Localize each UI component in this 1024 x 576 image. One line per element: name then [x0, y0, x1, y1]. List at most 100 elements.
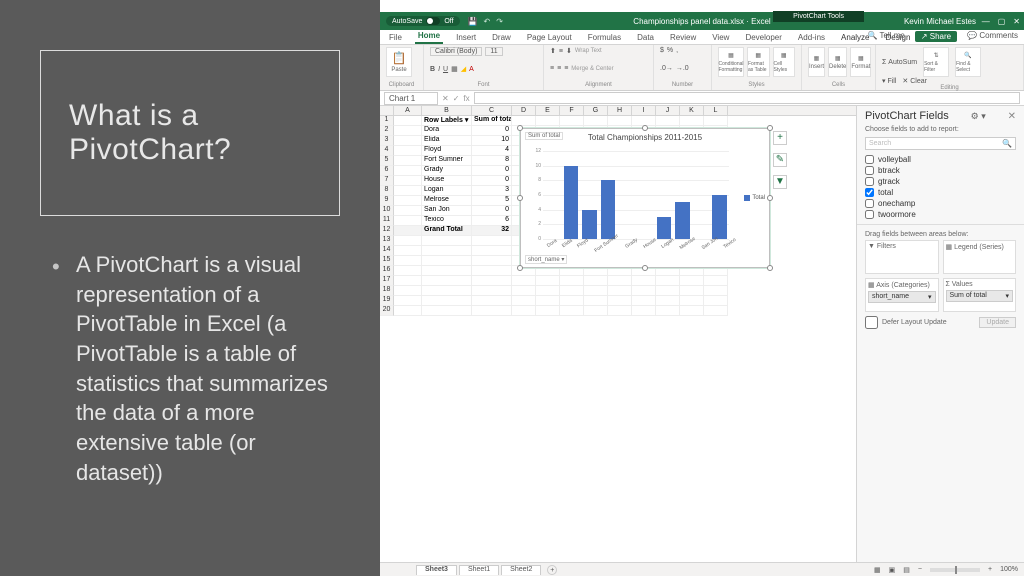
cell-styles-button[interactable]: ▦Cell Styles — [773, 47, 796, 77]
tab-view[interactable]: View — [709, 31, 732, 44]
bullet-text: A PivotChart is a visual representation … — [52, 250, 340, 488]
delete-cells-button[interactable]: ▦Delete — [828, 47, 847, 77]
tab-data[interactable]: Data — [634, 31, 657, 44]
wrap-text[interactable]: Wrap Text — [575, 48, 602, 54]
tab-pagelayout[interactable]: Page Layout — [524, 31, 575, 44]
format-cells-button[interactable]: ▦Format — [850, 47, 871, 77]
area-filters[interactable]: ▼ Filters — [865, 240, 939, 274]
inc-decimal-icon[interactable]: .0→ — [660, 65, 673, 72]
clear-button[interactable]: ✕ Clear — [902, 77, 927, 85]
tab-home[interactable]: Home — [415, 29, 443, 44]
cond-format-button[interactable]: ▦Conditional Formatting — [718, 47, 744, 77]
field-gtrack[interactable]: gtrack — [865, 176, 1016, 187]
chart-filter-icon[interactable]: ▼ — [773, 175, 787, 189]
document-title: Championships panel data.xlsx · Excel — [633, 17, 770, 26]
format-table-button[interactable]: ▦Format as Table — [747, 47, 770, 77]
find-select-button[interactable]: 🔍Find & Select — [955, 47, 981, 77]
tell-me[interactable]: 🔍 Tell me — [867, 31, 904, 42]
view-break-icon[interactable]: ▤ — [903, 566, 910, 574]
user-name[interactable]: Kevin Michael Estes — [904, 17, 976, 26]
paste-button[interactable]: 📋Paste — [386, 47, 412, 77]
field-onechamp[interactable]: onechamp — [865, 198, 1016, 209]
underline-button[interactable]: U — [443, 66, 448, 73]
area-axis[interactable]: ▦ Axis (Categories)short_name▾ — [865, 278, 939, 312]
fx-icon[interactable]: fx — [463, 94, 469, 103]
align-mid-icon[interactable]: ≡ — [559, 48, 563, 55]
fill-button[interactable]: ▾ Fill — [882, 77, 896, 85]
title-box: What is a PivotChart? — [40, 50, 340, 216]
align-top-icon[interactable]: ⬆ — [550, 47, 556, 55]
tab-insert[interactable]: Insert — [453, 31, 479, 44]
font-color-icon[interactable]: A — [469, 66, 474, 73]
align-left-icon[interactable]: ≡ — [550, 65, 554, 72]
tab-draw[interactable]: Draw — [489, 31, 514, 44]
field-total[interactable]: total — [865, 187, 1016, 198]
sheet-tab[interactable]: Sheet3 — [416, 565, 457, 575]
pivot-chart[interactable]: + ✎ ▼ Sum of total Total Championships 2… — [520, 128, 770, 268]
fill-color-icon[interactable]: ◢ — [461, 65, 466, 73]
status-bar: Sheet3 Sheet1 Sheet2 + ▦ ▣ ▤ − + 100% — [380, 562, 1024, 576]
area-legend[interactable]: ▦ Legend (Series) — [943, 240, 1017, 274]
pivotchart-fields-pane: PivotChart Fields⚙ ▾✕ Choose fields to a… — [856, 106, 1024, 562]
field-twoormore[interactable]: twoormore — [865, 209, 1016, 220]
comma-icon[interactable]: , — [676, 47, 678, 54]
enter-icon[interactable]: ✓ — [453, 94, 460, 103]
field-volleyball[interactable]: volleyball — [865, 154, 1016, 165]
field-btrack[interactable]: btrack — [865, 165, 1016, 176]
cancel-icon[interactable]: ✕ — [442, 94, 449, 103]
currency-icon[interactable]: $ — [660, 47, 664, 54]
align-bot-icon[interactable]: ⬇ — [566, 47, 572, 55]
tab-formulas[interactable]: Formulas — [585, 31, 624, 44]
share-button[interactable]: ↗ Share — [915, 31, 957, 42]
comments-button[interactable]: 💬 Comments — [967, 31, 1018, 42]
sheet-tab[interactable]: Sheet1 — [459, 565, 499, 575]
zoom-in-icon[interactable]: + — [988, 566, 992, 573]
tab-addins[interactable]: Add-ins — [795, 31, 828, 44]
new-sheet-icon[interactable]: + — [547, 565, 557, 575]
border-icon[interactable]: ▦ — [451, 65, 458, 73]
chart-axis-button[interactable]: short_name ▾ — [525, 255, 567, 264]
formula-bar: Chart 1 ✕ ✓fx — [380, 91, 1024, 106]
slide-title: What is a PivotChart? — [69, 99, 311, 167]
tab-developer[interactable]: Developer — [742, 31, 784, 44]
font-size[interactable]: 11 — [485, 47, 502, 56]
maximize-icon: ▢ — [998, 17, 1006, 26]
name-box[interactable]: Chart 1 — [384, 92, 438, 105]
sort-filter-button[interactable]: ⇅Sort & Filter — [923, 47, 949, 77]
font-name[interactable]: Calibri (Body) — [430, 47, 482, 56]
update-button[interactable]: Update — [979, 317, 1016, 328]
formula-input[interactable] — [474, 92, 1020, 104]
sheet-tab[interactable]: Sheet2 — [501, 565, 541, 575]
defer-checkbox[interactable] — [865, 316, 878, 329]
titlebar: AutoSaveOff 💾↶↷ Championships panel data… — [380, 12, 1024, 30]
chart-elements-icon[interactable]: + — [773, 131, 787, 145]
autosave-toggle[interactable]: AutoSaveOff — [386, 16, 460, 26]
excel-screenshot: AutoSaveOff 💾↶↷ Championships panel data… — [380, 0, 1024, 576]
gear-icon[interactable]: ⚙ ▾ — [971, 111, 986, 122]
dec-decimal-icon[interactable]: →.0 — [676, 65, 689, 72]
tab-file[interactable]: File — [386, 31, 405, 44]
bold-button[interactable]: B — [430, 66, 435, 73]
worksheet[interactable]: A B C D E F G H I J K L 1Row Labels ▾Sum… — [380, 106, 856, 562]
area-values[interactable]: Σ ValuesSum of total▾ — [943, 278, 1017, 312]
insert-cells-button[interactable]: ▦Insert — [808, 47, 825, 77]
align-center-icon[interactable]: ≡ — [557, 65, 561, 72]
chart-styles-icon[interactable]: ✎ — [773, 153, 787, 167]
fields-pane-title: PivotChart Fields — [865, 110, 949, 122]
close-pane-icon[interactable]: ✕ — [1008, 111, 1016, 122]
fields-search[interactable]: Search🔍 — [865, 137, 1016, 150]
autosum-button[interactable]: Σ AutoSum — [882, 59, 917, 66]
chart-title: Total Championships 2011-2015 — [521, 133, 769, 142]
merge-center[interactable]: Merge & Center — [571, 66, 613, 72]
zoom-slider[interactable] — [930, 568, 980, 572]
percent-icon[interactable]: % — [667, 47, 673, 54]
view-normal-icon[interactable]: ▦ — [874, 566, 881, 574]
zoom-out-icon[interactable]: − — [918, 566, 922, 573]
tab-review[interactable]: Review — [667, 31, 699, 44]
window-controls[interactable]: —▢✕ — [982, 17, 1020, 26]
align-right-icon[interactable]: ≡ — [564, 65, 568, 72]
italic-button[interactable]: I — [438, 66, 440, 73]
view-page-icon[interactable]: ▣ — [889, 566, 896, 574]
zoom-value[interactable]: 100% — [1000, 566, 1018, 573]
quick-access[interactable]: 💾↶↷ — [468, 17, 503, 26]
